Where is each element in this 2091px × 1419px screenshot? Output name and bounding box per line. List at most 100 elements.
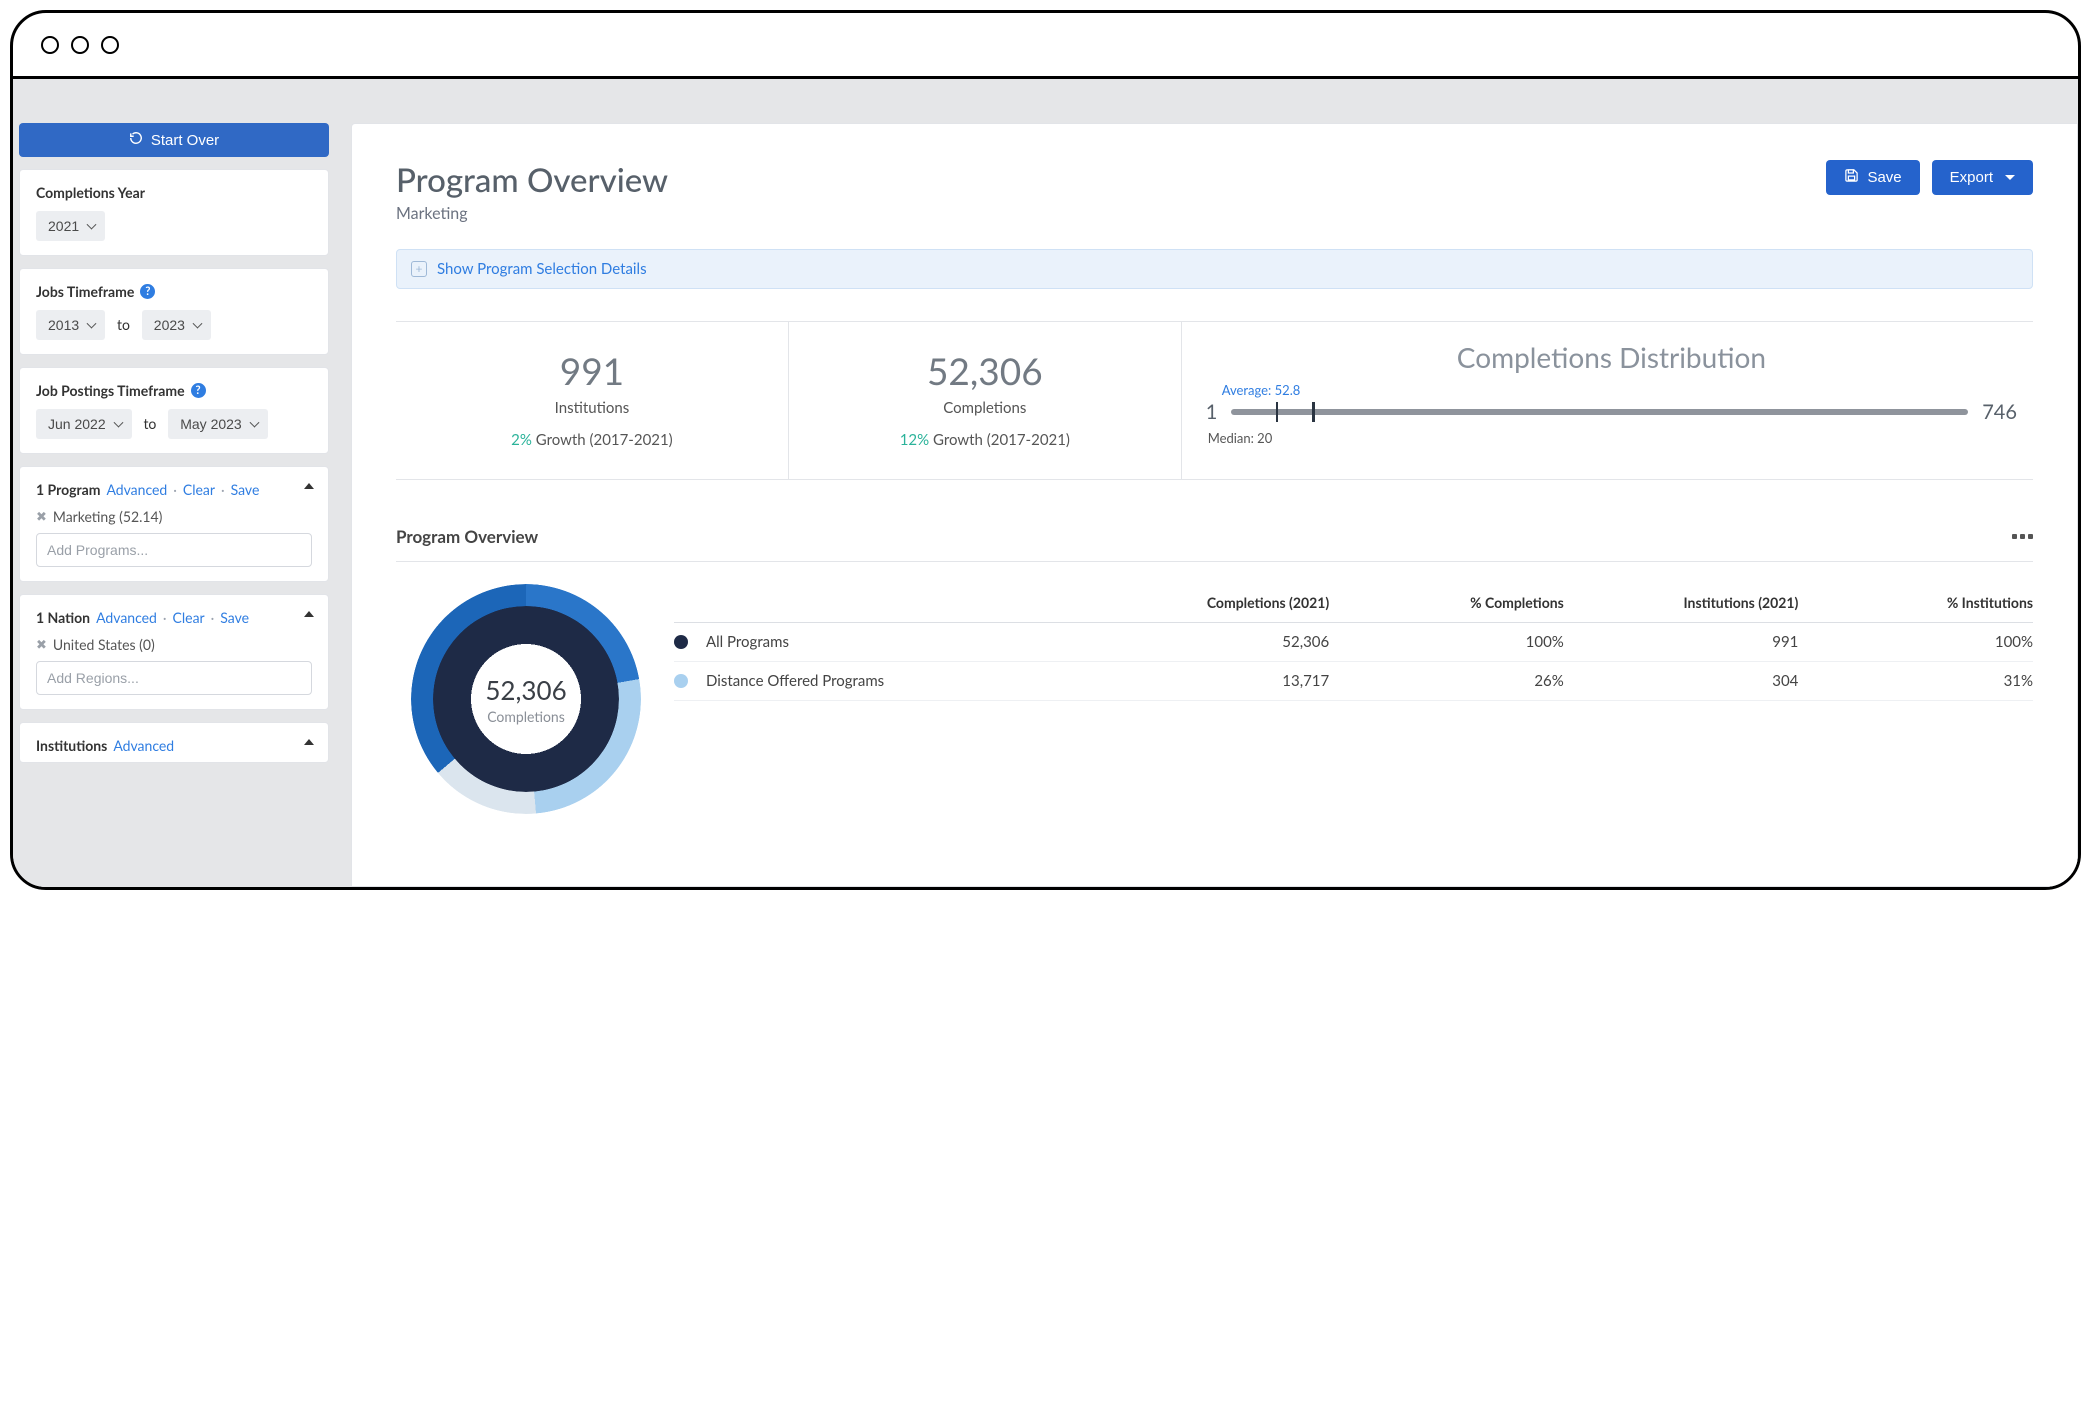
separator: · (163, 609, 167, 626)
export-button[interactable]: Export (1932, 160, 2033, 195)
distribution-track (1231, 409, 1968, 415)
institutions-title: Institutions (36, 737, 107, 754)
kpi-growth: 2% Growth (2017-2021) (406, 431, 778, 449)
col-completions: Completions (2021) (1101, 594, 1330, 612)
banner-label: Show Program Selection Details (437, 260, 647, 278)
donut-center-label: Completions (487, 708, 565, 725)
panel-postings-timeframe: Job Postings Timeframe ? Jun 2022 to May… (19, 367, 329, 454)
collapse-icon[interactable] (304, 739, 314, 745)
row-pct-completions: 100% (1335, 633, 1564, 651)
programs-count: 1 Program (36, 481, 100, 498)
row-pct-institutions: 31% (1804, 672, 2033, 690)
postings-from-select[interactable]: Jun 2022 (36, 409, 132, 439)
region-chip: ✖ United States (0) (36, 636, 312, 653)
filter-head: 1 Program Advanced · Clear · Save (36, 481, 312, 498)
distribution-max: 746 (1982, 400, 2017, 424)
section-title: Program Overview (396, 526, 538, 547)
donut-center: 52,306 Completions (411, 584, 641, 814)
distribution-tick (1276, 402, 1279, 422)
overview-table: Completions (2021) % Completions Institu… (674, 584, 2033, 814)
donut-chart: 52,306 Completions (396, 584, 656, 814)
to-label: to (143, 415, 156, 432)
undo-icon (129, 131, 143, 149)
jobs-from-select[interactable]: 2013 (36, 310, 105, 340)
distribution-tick (1312, 402, 1315, 422)
page-title: Program Overview (396, 160, 668, 200)
kpi-growth-label: Growth (2017-2021) (536, 431, 673, 449)
row-completions: 13,717 (1101, 672, 1330, 690)
distribution-bar: 1 746 (1206, 400, 2017, 424)
add-regions-input[interactable] (36, 661, 312, 695)
app-body: Start Over Completions Year 2021 Jobs Ti… (13, 79, 2078, 887)
programs-clear-link[interactable]: Clear (183, 481, 215, 498)
row-name: All Programs (706, 633, 1095, 651)
distribution-median: Median: 20 (1208, 430, 2017, 446)
panel-title: Job Postings Timeframe ? (36, 382, 312, 399)
panel-completions-year: Completions Year 2021 (19, 169, 329, 256)
jobs-to-select[interactable]: 2023 (142, 310, 211, 340)
remove-chip-icon[interactable]: ✖ (36, 636, 47, 653)
filter-head: 1 Nation Advanced · Clear · Save (36, 609, 312, 626)
legend-dot-icon (674, 635, 688, 649)
panel-jobs-timeframe: Jobs Timeframe ? 2013 to 2023 (19, 268, 329, 355)
row-name: Distance Offered Programs (706, 672, 1095, 690)
programs-save-link[interactable]: Save (231, 481, 260, 498)
completions-year-value: 2021 (48, 218, 79, 234)
program-chip-label: Marketing (52.14) (53, 508, 162, 525)
kpi-institutions: 991 Institutions 2% Growth (2017-2021) (396, 322, 789, 479)
more-menu-icon[interactable] (2012, 534, 2033, 539)
regions-advanced-link[interactable]: Advanced (96, 609, 157, 626)
panel-regions: 1 Nation Advanced · Clear · Save ✖ Unite… (19, 594, 329, 710)
kpi-growth-pct: 2% (511, 431, 532, 449)
jobs-to-value: 2023 (154, 317, 185, 333)
regions-save-link[interactable]: Save (220, 609, 249, 626)
table-row: All Programs 52,306 100% 991 100% (674, 623, 2033, 662)
postings-to-select[interactable]: May 2023 (168, 409, 267, 439)
program-selection-banner[interactable]: + Show Program Selection Details (396, 249, 2033, 289)
device-frame: Start Over Completions Year 2021 Jobs Ti… (10, 10, 2081, 890)
table-header: Completions (2021) % Completions Institu… (674, 584, 2033, 623)
page-header: Program Overview Marketing Save (396, 160, 2033, 223)
regions-count: 1 Nation (36, 609, 90, 626)
start-over-button[interactable]: Start Over (19, 123, 329, 157)
col-pct-institutions: % Institutions (1804, 594, 2033, 612)
remove-chip-icon[interactable]: ✖ (36, 508, 47, 525)
help-icon[interactable]: ? (140, 284, 155, 299)
add-programs-input[interactable] (36, 533, 312, 567)
panel-title: Completions Year (36, 184, 312, 201)
row-completions: 52,306 (1101, 633, 1330, 651)
col-institutions: Institutions (2021) (1570, 594, 1799, 612)
page-subtitle: Marketing (396, 204, 668, 223)
collapse-icon[interactable] (304, 483, 314, 489)
sidebar: Start Over Completions Year 2021 Jobs Ti… (19, 123, 329, 887)
institutions-advanced-link[interactable]: Advanced (113, 737, 174, 754)
postings-timeframe-title: Job Postings Timeframe (36, 382, 185, 399)
separator: · (173, 481, 177, 498)
row-pct-completions: 26% (1335, 672, 1564, 690)
programs-advanced-link[interactable]: Advanced (106, 481, 167, 498)
save-button[interactable]: Save (1826, 160, 1919, 195)
kpi-growth: 12% Growth (2017-2021) (799, 431, 1171, 449)
export-label: Export (1950, 169, 1993, 186)
window-dot (41, 36, 59, 54)
main-content: Program Overview Marketing Save (351, 123, 2078, 887)
completions-year-select[interactable]: 2021 (36, 211, 105, 241)
collapse-icon[interactable] (304, 611, 314, 617)
row-pct-institutions: 100% (1804, 633, 2033, 651)
panel-institutions: Institutions Advanced (19, 722, 329, 763)
regions-clear-link[interactable]: Clear (173, 609, 205, 626)
kpi-label: Completions (799, 399, 1171, 417)
panel-programs: 1 Program Advanced · Clear · Save ✖ Mark… (19, 466, 329, 582)
overview-grid: 52,306 Completions Completions (2021) % … (396, 584, 2033, 814)
distribution-min: 1 (1206, 400, 1218, 424)
help-icon[interactable]: ? (191, 383, 206, 398)
expand-icon: + (411, 261, 427, 277)
section-header: Program Overview (396, 526, 2033, 547)
browser-chrome (13, 13, 2078, 79)
to-label: to (117, 316, 130, 333)
kpi-growth-label: Growth (2017-2021) (933, 431, 1070, 449)
start-over-label: Start Over (151, 132, 219, 149)
divider (396, 561, 2033, 562)
window-dot (101, 36, 119, 54)
col-pct-completions: % Completions (1335, 594, 1564, 612)
